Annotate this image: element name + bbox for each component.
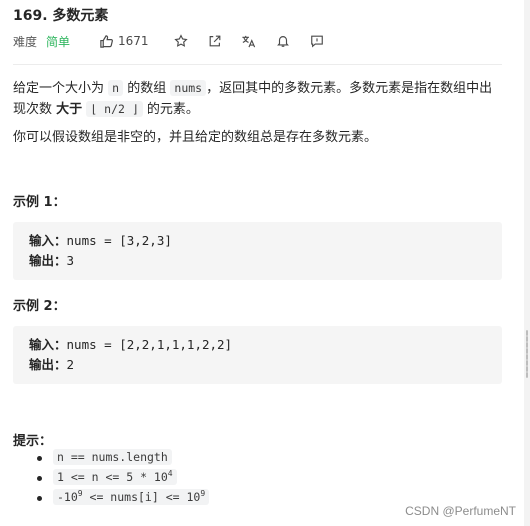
watermark: CSDN @PerfumeNT [405,504,516,518]
example-1-output: 3 [66,253,75,268]
output-label: 输出： [29,357,67,372]
hints-heading: 提示： [13,434,53,449]
example-1-heading: 示例 1： [13,195,66,210]
translate-icon[interactable] [241,33,257,49]
like-count: 1671 [118,34,149,48]
output-label: 输出： [29,253,67,268]
scrollbar[interactable] [524,0,530,526]
example-1-input: nums = [3,2,3] [66,233,172,248]
hint-2-exponent: 4 [167,469,173,479]
desc-bold-text: 大于 [56,102,83,117]
example-1-block: 输入：nums = [3,2,3] 输出：3 [13,222,502,280]
problem-meta-bar: 难度 简单 1671 [13,32,325,50]
resize-grip[interactable] [526,330,528,378]
difficulty-label: 难度 [13,34,38,49]
star-icon[interactable] [173,33,189,49]
hint-3-text-b: <= nums[i] <= 10 [82,490,201,504]
input-label: 输入： [29,233,67,248]
bullet [37,496,42,501]
example-2-heading: 示例 2： [13,299,66,314]
comment-icon[interactable] [309,33,325,49]
problem-title: 169. 多数元素 [13,8,109,24]
share-icon[interactable] [207,33,223,49]
desc-text: 的元素。 [146,102,199,117]
hint-3-code: -109 <= nums[i] <= 109 [53,489,210,505]
input-label: 输入： [29,337,67,352]
hint-3-text-a: -10 [57,490,78,504]
example-2-input-line: 输入：nums = [2,2,1,1,1,2,2] [29,335,502,355]
bullet [37,476,42,481]
description-paragraph-1: 给定一个大小为 n 的数组 nums ，返回其中的多数元素。多数元素是指在数组中出… [13,78,503,120]
bell-icon[interactable] [275,33,291,49]
desc-text: 给定一个大小为 [13,81,105,96]
difficulty-badge: 简单 [46,34,71,49]
code-nums: nums [170,80,207,96]
example-1-input-line: 输入：nums = [3,2,3] [29,231,502,251]
bullet [37,456,42,461]
description-paragraph-2: 你可以假设数组是非空的，并且给定的数组总是存在多数元素。 [13,130,378,145]
code-n: n [108,80,124,96]
thumbs-up-icon [98,33,114,49]
hint-3-exponent-2: 9 [200,489,206,499]
example-1-output-line: 输出：3 [29,251,502,271]
like-button[interactable]: 1671 [98,33,149,49]
example-2-output-line: 输出：2 [29,355,502,375]
header-divider [13,64,502,65]
hint-2-code: 1 <= n <= 5 * 104 [53,469,177,485]
code-floor: ⌊ n/2 ⌋ [86,101,143,117]
example-2-input: nums = [2,2,1,1,1,2,2] [66,337,233,352]
hint-1-code: n == nums.length [53,449,172,465]
desc-text: 的数组 [127,81,167,96]
example-2-output: 2 [66,357,75,372]
hint-2-text: 1 <= n <= 5 * 10 [57,470,168,484]
example-2-block: 输入：nums = [2,2,1,1,1,2,2] 输出：2 [13,326,502,384]
